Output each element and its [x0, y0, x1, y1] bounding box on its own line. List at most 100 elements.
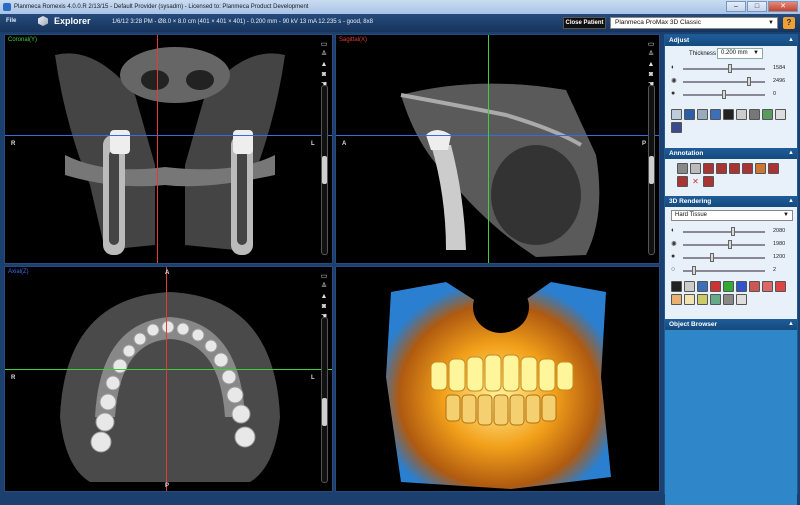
ellipse-annotation-icon[interactable] — [742, 163, 753, 174]
skull-icon[interactable] — [736, 294, 747, 305]
blue-plane-icon[interactable] — [736, 281, 747, 292]
window-close-button[interactable]: ✕ — [768, 1, 798, 12]
help-button[interactable]: ? — [783, 17, 795, 29]
menu-file[interactable]: File — [6, 18, 16, 24]
text-annotation-icon[interactable] — [729, 163, 740, 174]
reset-icon[interactable] — [671, 122, 682, 133]
axial-viewport[interactable]: Axial(Z) A P R L ▭ ≙ ▲ ◙ ☚ — [4, 266, 333, 492]
crosshair-toggle-icon[interactable]: ≙ — [647, 51, 655, 58]
sagittal-slice-scrollbar[interactable] — [648, 85, 655, 255]
color-palette-icon[interactable] — [710, 294, 721, 305]
close-patient-button[interactable]: Close Patient — [563, 17, 606, 29]
crop-icon[interactable] — [762, 281, 773, 292]
coronal-scroll-thumb[interactable] — [322, 156, 327, 184]
collapse-icon[interactable]: ▲ — [788, 196, 794, 207]
skeleton-icon[interactable] — [684, 281, 695, 292]
annotation-section-header[interactable]: Annotation ▲ — [665, 148, 797, 159]
crosshair-toggle-icon[interactable]: ≙ — [320, 51, 328, 58]
device-protocol-select[interactable]: Planmeca ProMax 3D Classic ▼ — [610, 17, 778, 29]
axial-horizontal-crosshair[interactable] — [5, 369, 332, 370]
sagittal-horizontal-crosshair[interactable] — [336, 135, 659, 136]
study-info: 1/6/12 3:28 PM - Ø8.0 × 8.0 cm (401 × 40… — [112, 19, 373, 25]
coronal-viewport[interactable]: Coronal(Y) R L ▭ ≙ ▲ ◙ ☚ — [4, 34, 333, 264]
coronal-horizontal-crosshair[interactable] — [5, 135, 332, 136]
threshold-slider-track[interactable] — [683, 257, 765, 259]
volume-render-viewport[interactable] — [335, 266, 660, 492]
color-map-icon[interactable] — [762, 109, 773, 120]
collapse-icon[interactable]: ▲ — [788, 319, 794, 330]
minimize-button[interactable]: – — [726, 1, 746, 12]
axial-vertical-crosshair[interactable] — [166, 267, 167, 491]
arrow-annotation-icon[interactable] — [716, 163, 727, 174]
sharpen-icon[interactable] — [749, 109, 760, 120]
camera-icon[interactable]: ◙ — [647, 71, 655, 78]
delete-icon[interactable]: ✕ — [690, 176, 701, 187]
erase-annotation-icon[interactable] — [755, 163, 766, 174]
window-slider-handle[interactable] — [728, 240, 733, 249]
adjust-section-header[interactable]: Adjust ▲ — [665, 35, 797, 46]
pan-tool-icon[interactable] — [697, 109, 708, 120]
sagittal-anterior-marker: A — [342, 141, 347, 147]
camera-icon[interactable]: ◙ — [320, 71, 328, 78]
gamma-slider-handle[interactable] — [722, 90, 726, 99]
render-mode-row: Hard Tissue ▼ — [665, 207, 797, 225]
slice-tool-icon[interactable] — [710, 109, 721, 120]
contrast-slider-handle[interactable] — [746, 77, 751, 86]
sagittal-viewport[interactable]: Sagittal(X) A P ▭ ≙ ▲ ◙ ☚ — [335, 34, 660, 264]
smooth-slider-handle[interactable] — [692, 266, 697, 275]
opacity-slider-track[interactable] — [683, 231, 765, 233]
layout-icon[interactable]: ▭ — [320, 273, 328, 280]
window-level-icon[interactable] — [684, 109, 695, 120]
area-icon[interactable] — [703, 163, 714, 174]
airway-icon[interactable] — [697, 294, 708, 305]
green-plane-icon[interactable] — [723, 281, 734, 292]
tooth-icon[interactable] — [684, 294, 695, 305]
coronal-vertical-crosshair[interactable] — [157, 35, 158, 263]
render-mode-select[interactable]: Hard Tissue ▼ — [671, 210, 793, 221]
coronal-slice-scrollbar[interactable] — [321, 85, 328, 255]
gamma-slider-row: ● 0 — [665, 88, 797, 101]
axial-scroll-thumb[interactable] — [322, 398, 327, 426]
window-slider-track[interactable] — [683, 244, 765, 246]
ruler-icon[interactable] — [677, 163, 688, 174]
threshold-value: 1200 — [773, 254, 786, 260]
angle-icon[interactable] — [690, 163, 701, 174]
surface-icon[interactable] — [671, 281, 682, 292]
invert-icon[interactable] — [723, 109, 734, 120]
collapse-icon[interactable]: ▲ — [788, 35, 794, 46]
clip-plane-icon[interactable] — [697, 281, 708, 292]
measure-tool-icon[interactable] — [671, 109, 682, 120]
profile-icon[interactable] — [703, 176, 714, 187]
implant-icon[interactable] — [677, 176, 688, 187]
explorer-button[interactable]: Explorer — [38, 16, 91, 26]
axial-slice-scrollbar[interactable] — [321, 317, 328, 483]
contrast-icon[interactable]: ▲ — [320, 293, 328, 300]
filter-icon[interactable] — [736, 109, 747, 120]
red-plane-icon[interactable] — [710, 281, 721, 292]
nerve-canal-icon[interactable] — [768, 163, 779, 174]
opacity-slider-handle[interactable] — [731, 227, 736, 236]
collapse-icon[interactable]: ▲ — [788, 148, 794, 159]
layout-icon[interactable]: ▭ — [647, 41, 655, 48]
contrast-icon[interactable]: ▲ — [647, 61, 655, 68]
opacity-icon: ◐ — [671, 227, 676, 234]
cut-icon[interactable] — [775, 281, 786, 292]
layout-icon[interactable]: ▭ — [320, 41, 328, 48]
brightness-slider-track[interactable] — [683, 68, 765, 70]
user-settings-icon[interactable] — [775, 109, 786, 120]
thickness-select[interactable]: 0.200 mm ▼ — [717, 48, 763, 59]
snapshot-icon[interactable] — [723, 294, 734, 305]
rendering-section-header[interactable]: 3D Rendering ▲ — [665, 196, 797, 207]
sagittal-vertical-crosshair[interactable] — [488, 35, 489, 263]
sagittal-scroll-thumb[interactable] — [649, 156, 654, 184]
maximize-button[interactable]: □ — [747, 1, 767, 12]
axis-icon[interactable] — [749, 281, 760, 292]
threshold-slider-handle[interactable] — [710, 253, 715, 262]
head-icon[interactable] — [671, 294, 682, 305]
brightness-slider-handle[interactable] — [728, 64, 733, 73]
crosshair-toggle-icon[interactable]: ≙ — [320, 283, 328, 290]
contrast-slider-track[interactable] — [683, 81, 765, 83]
camera-icon[interactable]: ◙ — [320, 303, 328, 310]
object-browser-section-header[interactable]: Object Browser ▲ — [665, 319, 797, 330]
contrast-icon[interactable]: ▲ — [320, 61, 328, 68]
